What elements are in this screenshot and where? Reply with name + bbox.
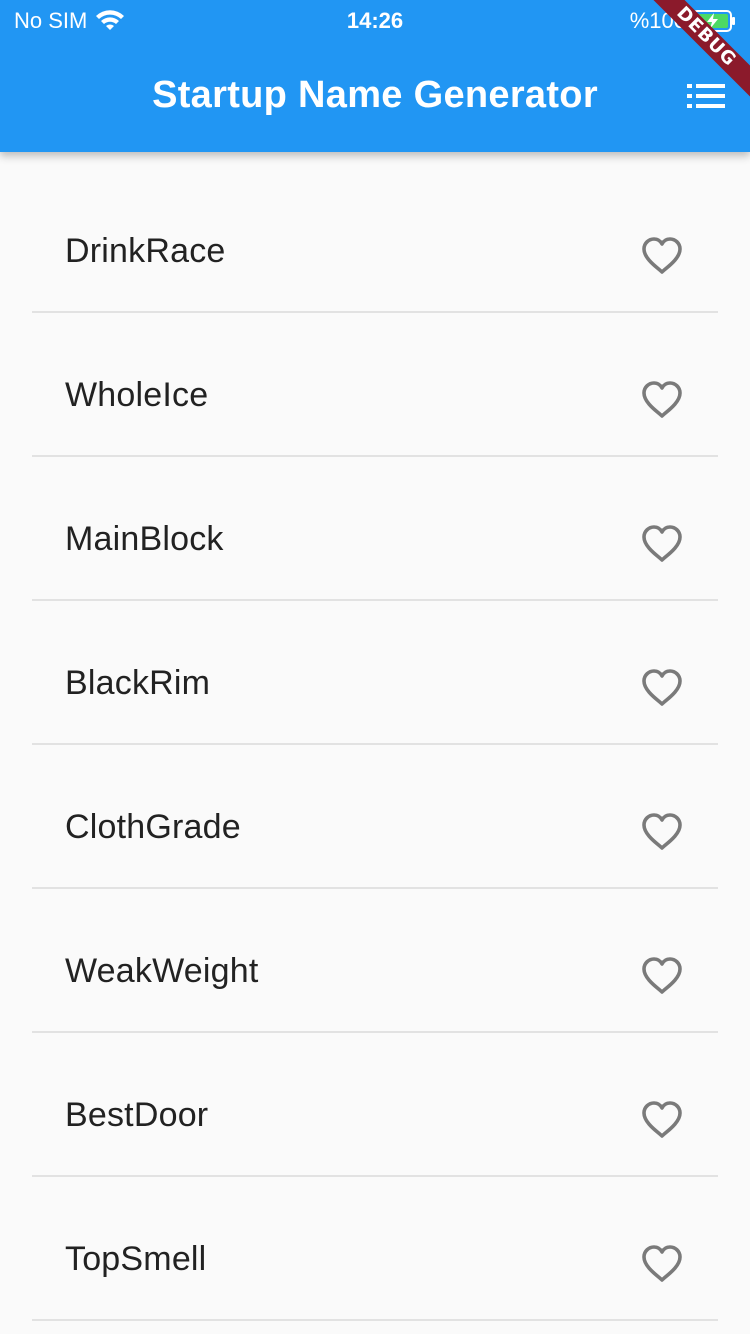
suggestion-name: BlackRim bbox=[65, 664, 211, 702]
list-item[interactable]: TopSmell bbox=[0, 1176, 750, 1320]
suggestion-name: WholeIce bbox=[65, 376, 209, 414]
battery-icon bbox=[692, 10, 735, 32]
page-title: Startup Name Generator bbox=[152, 74, 598, 116]
list-item[interactable]: DrinkRace bbox=[0, 168, 750, 312]
heart-outline-icon[interactable] bbox=[640, 956, 684, 996]
heart-outline-icon[interactable] bbox=[640, 1100, 684, 1140]
suggestion-name: MainBlock bbox=[65, 520, 224, 558]
list-item[interactable]: WeakWeight bbox=[0, 888, 750, 1032]
suggestion-name: BestDoor bbox=[65, 1096, 209, 1134]
heart-outline-icon[interactable] bbox=[640, 380, 684, 420]
suggestion-name: TopSmell bbox=[65, 1240, 207, 1278]
heart-outline-icon[interactable] bbox=[640, 812, 684, 852]
list-icon bbox=[687, 84, 725, 108]
app-bar: No SIM 14:26 %100 Startup Name Generator bbox=[0, 0, 750, 152]
heart-outline-icon[interactable] bbox=[640, 668, 684, 708]
heart-outline-icon[interactable] bbox=[640, 524, 684, 564]
list-item[interactable]: ClothGrade bbox=[0, 744, 750, 888]
suggestion-name: ClothGrade bbox=[65, 808, 241, 846]
divider bbox=[32, 1319, 718, 1321]
saved-list-button[interactable] bbox=[684, 76, 728, 116]
suggestion-name: DrinkRace bbox=[65, 232, 226, 270]
battery-status: %100 bbox=[630, 8, 736, 34]
list-item[interactable]: MainBlock bbox=[0, 456, 750, 600]
suggestion-name: WeakWeight bbox=[65, 952, 259, 990]
toolbar: Startup Name Generator bbox=[0, 40, 750, 152]
status-bar: No SIM 14:26 %100 bbox=[0, 0, 750, 40]
suggestion-list[interactable]: DrinkRace WholeIce MainBlock BlackRim Cl… bbox=[0, 152, 750, 1334]
list-item[interactable]: BestDoor bbox=[0, 1032, 750, 1176]
heart-outline-icon[interactable] bbox=[640, 236, 684, 276]
battery-percent: %100 bbox=[629, 8, 686, 33]
heart-outline-icon[interactable] bbox=[640, 1244, 684, 1284]
list-item[interactable]: BlackRim bbox=[0, 600, 750, 744]
list-item[interactable]: WholeIce bbox=[0, 312, 750, 456]
